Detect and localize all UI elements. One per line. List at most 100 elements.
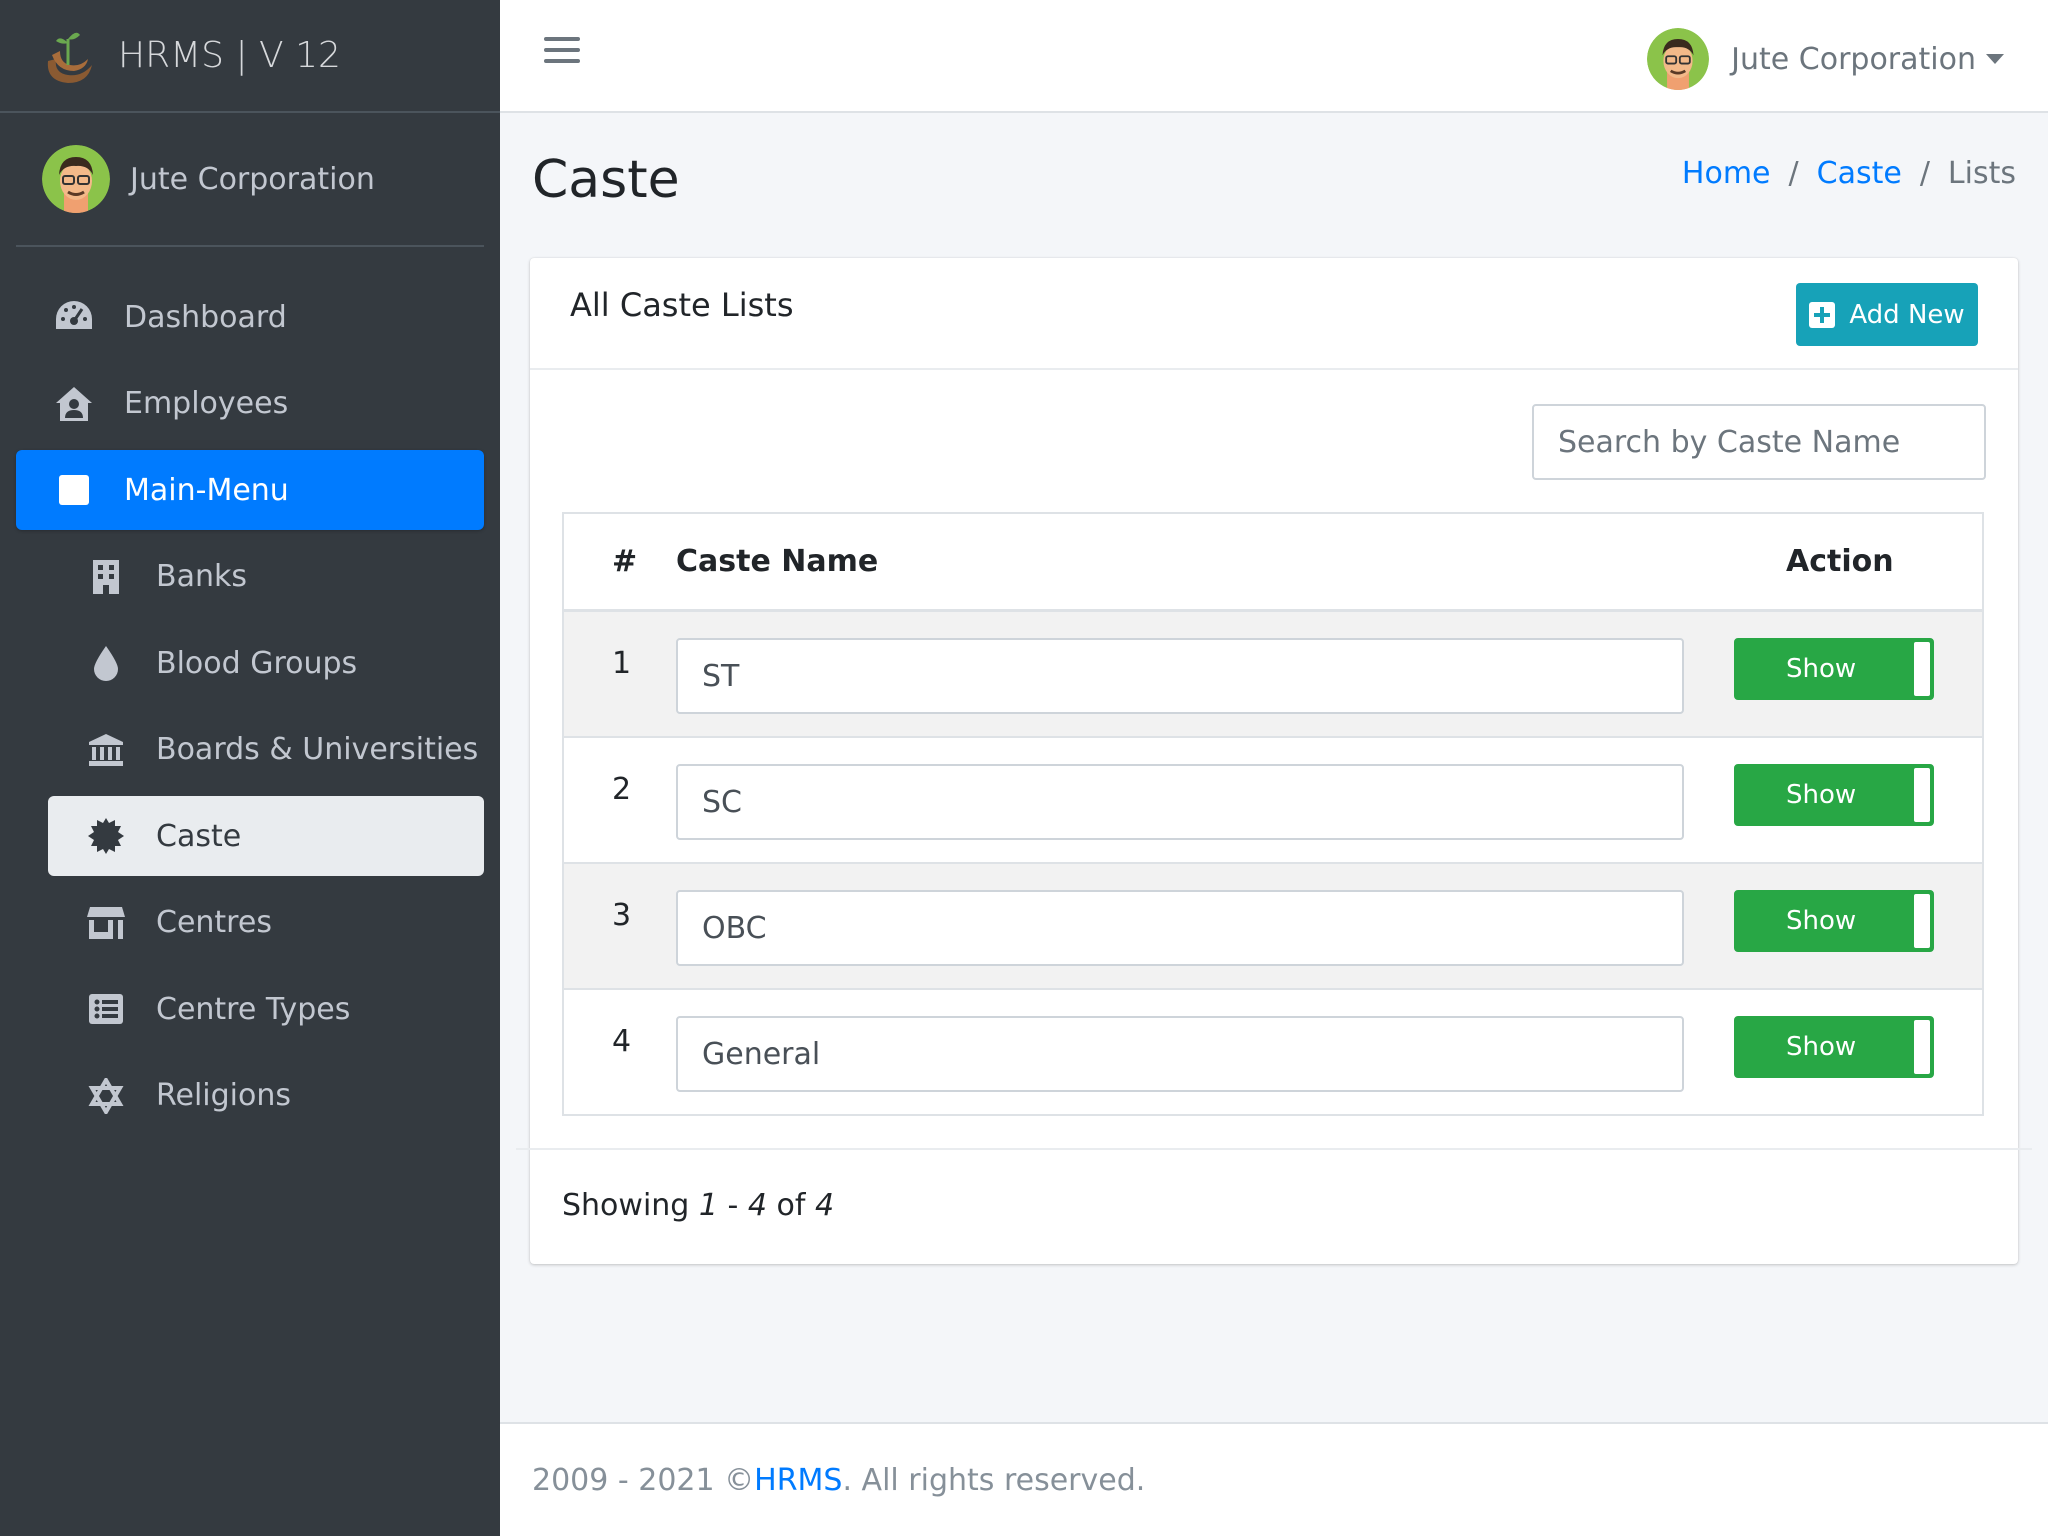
showing-total: 4 bbox=[814, 1188, 835, 1223]
building-icon bbox=[86, 557, 126, 597]
show-button[interactable]: Show bbox=[1734, 638, 1934, 700]
user-dropdown[interactable]: Jute Corporation bbox=[1647, 28, 2004, 90]
brand-logo-icon bbox=[47, 32, 92, 83]
menu-toggle-icon[interactable] bbox=[544, 37, 580, 67]
toggle-handle bbox=[1914, 768, 1930, 822]
avatar bbox=[1647, 28, 1710, 90]
list-alt-icon bbox=[86, 989, 126, 1029]
sidebar-item-label: Banks bbox=[156, 559, 247, 594]
sidebar-item-label: Employees bbox=[124, 386, 289, 421]
tint-icon bbox=[86, 643, 126, 683]
show-label: Show bbox=[1786, 906, 1857, 936]
card-header: All Caste Lists Add New bbox=[530, 258, 2018, 370]
table-row: 3 Show bbox=[564, 864, 1982, 990]
table-row: 4 Show bbox=[564, 990, 1982, 1116]
column-header-caste-name: Caste Name bbox=[676, 544, 879, 579]
showing-prefix: Showing bbox=[562, 1188, 699, 1223]
breadcrumb-home[interactable]: Home bbox=[1682, 156, 1771, 191]
sidebar-nav: Dashboard Employees Main-Menu Banks Bloo… bbox=[0, 247, 500, 1136]
sidebar-item-label: Main-Menu bbox=[124, 472, 289, 508]
sidebar-item-centres[interactable]: Centres bbox=[48, 883, 484, 963]
user-name: Jute Corporation bbox=[130, 161, 375, 197]
navbar-user-name: Jute Corporation bbox=[1731, 41, 1976, 77]
card-title: All Caste Lists bbox=[570, 286, 794, 324]
footer-years: 2009 - 2021 © bbox=[532, 1462, 755, 1498]
sidebar-item-label: Centre Types bbox=[156, 991, 351, 1027]
show-button[interactable]: Show bbox=[1734, 764, 1934, 826]
store-icon bbox=[86, 903, 126, 943]
sidebar-item-boards-universities[interactable]: Boards & Universities bbox=[48, 710, 484, 790]
avatar-icon bbox=[42, 145, 110, 213]
showing-dash: - bbox=[717, 1188, 748, 1223]
show-button[interactable]: Show bbox=[1734, 890, 1934, 952]
sidebar-item-banks[interactable]: Banks bbox=[48, 537, 484, 617]
sidebar-item-label: Caste bbox=[156, 818, 242, 854]
table-header: # Caste Name Action bbox=[564, 514, 1982, 612]
caste-list-card: All Caste Lists Add New # Caste Name Act… bbox=[516, 258, 2032, 1264]
university-icon bbox=[86, 730, 126, 770]
sidebar-item-employees[interactable]: Employees bbox=[16, 364, 484, 444]
page-title: Caste bbox=[532, 150, 680, 210]
showing-from: 1 bbox=[698, 1188, 718, 1223]
footer-link[interactable]: HRMS bbox=[754, 1463, 842, 1498]
show-label: Show bbox=[1786, 654, 1857, 684]
top-navbar: Jute Corporation bbox=[500, 0, 2048, 113]
brand-title: HRMS | V 12 bbox=[118, 35, 341, 76]
caste-name-field[interactable] bbox=[676, 764, 1684, 840]
show-label: Show bbox=[1786, 1032, 1857, 1062]
column-header-action: Action bbox=[1786, 544, 1894, 579]
breadcrumb: Home / Caste / Lists bbox=[1682, 156, 2016, 191]
showing-of: of bbox=[766, 1188, 815, 1223]
brand[interactable]: HRMS | V 12 bbox=[0, 0, 500, 113]
show-button[interactable]: Show bbox=[1734, 1016, 1934, 1078]
caste-name-field[interactable] bbox=[676, 890, 1684, 966]
chevron-down-icon bbox=[1986, 54, 2004, 64]
showing-to: 4 bbox=[747, 1188, 767, 1223]
sidebar: HRMS | V 12 Jute Corporation Dashboard E… bbox=[0, 0, 500, 1536]
avatar bbox=[42, 145, 110, 213]
row-number: 4 bbox=[612, 1024, 632, 1059]
table-row: 2 Show bbox=[564, 738, 1982, 864]
add-new-button[interactable]: Add New bbox=[1796, 283, 1978, 346]
pagination-summary: Showing 1 - 4 of 4 bbox=[562, 1188, 834, 1223]
breadcrumb-current: Lists bbox=[1947, 156, 2016, 191]
row-number: 1 bbox=[612, 646, 632, 681]
sidebar-item-dashboard[interactable]: Dashboard bbox=[16, 277, 484, 357]
breadcrumb-separator: / bbox=[1919, 156, 1930, 191]
breadcrumb-caste[interactable]: Caste bbox=[1817, 156, 1902, 191]
sidebar-item-religions[interactable]: Religions bbox=[48, 1056, 484, 1136]
column-header-number: # bbox=[612, 544, 638, 579]
toggle-handle bbox=[1914, 1020, 1930, 1074]
tachometer-icon bbox=[54, 297, 94, 337]
row-number: 3 bbox=[612, 898, 632, 933]
avatar-icon bbox=[1647, 28, 1710, 90]
caste-name-field[interactable] bbox=[676, 638, 1684, 714]
search-input[interactable] bbox=[1532, 404, 1986, 480]
sidebar-item-blood-groups[interactable]: Blood Groups bbox=[48, 623, 484, 703]
square-icon bbox=[54, 470, 94, 510]
plus-square-icon bbox=[1809, 301, 1836, 328]
sidebar-item-label: Boards & Universities bbox=[156, 732, 479, 767]
sidebar-item-main-menu[interactable]: Main-Menu bbox=[16, 450, 484, 530]
main-footer: 2009 - 2021 © HRMS. All rights reserved. bbox=[500, 1422, 2048, 1536]
star-of-david-icon bbox=[86, 1076, 126, 1116]
show-label: Show bbox=[1786, 780, 1857, 810]
breadcrumb-separator: / bbox=[1788, 156, 1799, 191]
sidebar-item-label: Dashboard bbox=[124, 299, 287, 335]
sidebar-item-caste[interactable]: Caste bbox=[48, 796, 484, 876]
card-footer-divider bbox=[516, 1148, 2032, 1150]
footer-suffix: . All rights reserved. bbox=[842, 1462, 1146, 1498]
sidebar-item-label: Blood Groups bbox=[156, 645, 358, 681]
row-number: 2 bbox=[612, 772, 632, 807]
sidebar-item-label: Centres bbox=[156, 905, 272, 940]
user-panel[interactable]: Jute Corporation bbox=[16, 113, 484, 247]
caste-name-field[interactable] bbox=[676, 1016, 1684, 1092]
sidebar-item-label: Religions bbox=[156, 1078, 291, 1113]
sidebar-item-centre-types[interactable]: Centre Types bbox=[48, 969, 484, 1049]
toggle-handle bbox=[1914, 642, 1930, 696]
table-row: 1 Show bbox=[564, 612, 1982, 738]
certificate-icon bbox=[86, 816, 126, 856]
toggle-handle bbox=[1914, 894, 1930, 948]
caste-table: # Caste Name Action 1 Show 2 Show 3 Show bbox=[562, 512, 1984, 1116]
add-new-label: Add New bbox=[1849, 299, 1965, 330]
